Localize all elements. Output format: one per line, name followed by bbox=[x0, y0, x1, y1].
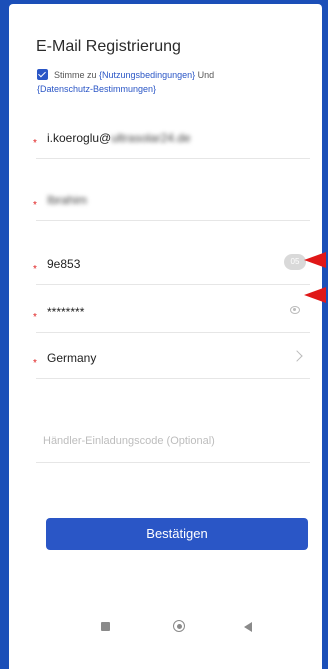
country-value: Germany bbox=[47, 351, 97, 365]
invitation-code-placeholder: Händler-Einladungscode (Optional) bbox=[43, 435, 215, 447]
back-icon[interactable] bbox=[240, 617, 260, 637]
consent-connector: Und bbox=[197, 70, 215, 80]
privacy-link[interactable]: {Datenschutz-Bestimmungen} bbox=[37, 84, 156, 94]
captcha-button[interactable]: 05 bbox=[284, 254, 306, 270]
consent-row: Stimme zu {Nutzungsbedingungen} Und {Dat… bbox=[37, 68, 287, 96]
home-icon[interactable] bbox=[170, 617, 190, 637]
chevron-right-icon bbox=[291, 350, 303, 362]
registration-screen: E-Mail Registrierung Stimme zu {Nutzungs… bbox=[9, 4, 322, 669]
consent-text: Stimme zu bbox=[54, 70, 97, 80]
name-value: Ibrahim bbox=[47, 193, 88, 207]
confirm-button[interactable]: Bestätigen bbox=[46, 518, 308, 550]
terms-link[interactable]: {Nutzungsbedingungen} bbox=[99, 70, 195, 80]
required-marker: * bbox=[33, 358, 37, 369]
email-value: i.koeroglu@ultrasolar24.de bbox=[47, 131, 191, 145]
email-field[interactable]: * i.koeroglu@ultrasolar24.de bbox=[33, 118, 310, 159]
required-marker: * bbox=[33, 264, 37, 275]
page-title: E-Mail Registrierung bbox=[36, 38, 181, 55]
required-marker: * bbox=[33, 200, 37, 211]
eye-icon[interactable] bbox=[290, 306, 300, 314]
required-marker: * bbox=[33, 138, 37, 149]
invitation-code-field[interactable]: Händler-Einladungscode (Optional) bbox=[36, 422, 310, 463]
password-value: ******** bbox=[47, 305, 85, 319]
annotation-arrow bbox=[304, 287, 326, 303]
consent-checkbox[interactable] bbox=[37, 69, 48, 80]
country-field[interactable]: * Germany bbox=[33, 338, 310, 379]
password-field[interactable]: * ******** bbox=[33, 292, 310, 333]
name-field[interactable]: * Ibrahim bbox=[33, 180, 310, 221]
verification-code-field[interactable]: * 9e853 05 bbox=[33, 244, 310, 285]
verification-code-value: 9e853 bbox=[47, 257, 81, 271]
recent-apps-icon[interactable] bbox=[96, 617, 116, 637]
required-marker: * bbox=[33, 312, 37, 323]
annotation-arrow bbox=[304, 252, 326, 268]
